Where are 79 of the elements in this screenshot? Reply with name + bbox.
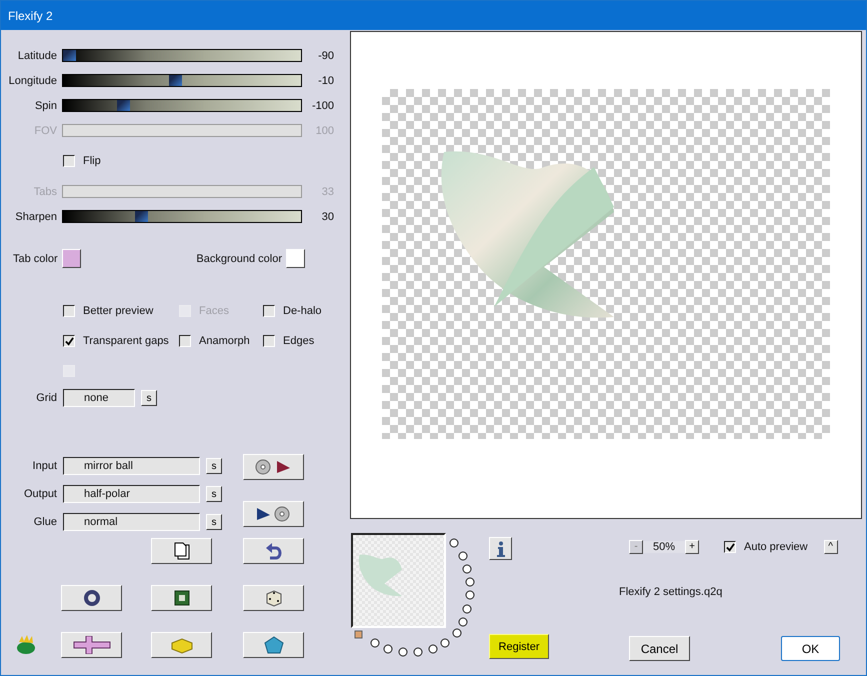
arrow-disc-icon: [254, 506, 292, 522]
auto-preview-checkbox[interactable]: [724, 541, 736, 553]
option-label: De-halo: [283, 305, 322, 317]
undo-arrow-icon: [266, 542, 282, 560]
dice-icon: [264, 588, 284, 608]
page-icon: [174, 542, 190, 560]
register-button[interactable]: Register: [489, 634, 549, 659]
checkbox-label: Flip: [83, 155, 101, 167]
settings-filename: Flexify 2 settings.q2q: [619, 586, 724, 598]
color-label: Tab color: [13, 252, 58, 264]
mapping-dropdown[interactable]: mirror ball: [63, 457, 200, 475]
option-label: Anamorph: [199, 335, 250, 347]
slider-value: 100: [314, 124, 334, 136]
slider-thumb[interactable]: [135, 211, 148, 222]
slider-label: Latitude: [16, 50, 57, 62]
slider-thumb[interactable]: [63, 50, 76, 61]
slider-track[interactable]: [62, 74, 302, 87]
slider-label: Longitude: [8, 74, 57, 86]
disc-arrow-icon: [254, 459, 292, 475]
auto-preview-label: Auto preview: [744, 541, 808, 553]
flip-checkbox[interactable]: [63, 155, 75, 167]
cancel-button[interactable]: Cancel: [629, 636, 690, 661]
square-frame-icon: [172, 589, 190, 607]
grid-s-button[interactable]: s: [141, 390, 157, 406]
window-title: Flexify 2: [8, 8, 53, 22]
mapping-s-button[interactable]: s: [206, 458, 222, 474]
grid-label: Grid: [35, 392, 57, 404]
slider-label: Sharpen: [14, 210, 57, 222]
color-label: Background color: [196, 252, 282, 264]
block-button[interactable]: [151, 632, 212, 658]
slider-track[interactable]: [62, 99, 302, 112]
slider-label: Spin: [34, 100, 57, 112]
grid-dropdown[interactable]: none: [63, 389, 135, 407]
random-button[interactable]: [243, 585, 304, 611]
info-button[interactable]: [489, 537, 512, 560]
mapping-s-button[interactable]: s: [206, 486, 222, 502]
option-checkbox[interactable]: [263, 335, 275, 347]
slider-track[interactable]: [62, 49, 302, 62]
slider-value: -90: [317, 50, 334, 62]
zoom-value: 50%: [643, 541, 685, 553]
mapping-label: Input: [32, 460, 57, 472]
slider-value: -10: [317, 74, 334, 86]
option-checkbox[interactable]: [63, 305, 75, 317]
undo-button[interactable]: [243, 538, 304, 564]
ring-button[interactable]: [61, 585, 122, 611]
option-checkbox[interactable]: [263, 305, 275, 317]
slider-label: FOV: [33, 124, 57, 136]
color-swatch[interactable]: [62, 249, 81, 268]
load-disc-button[interactable]: [243, 454, 304, 480]
option-label: Edges: [283, 335, 314, 347]
slider-value: -100: [310, 100, 334, 112]
slider-value: 33: [320, 186, 334, 198]
color-swatch[interactable]: [286, 249, 305, 268]
info-icon: [496, 540, 506, 556]
cross-shape-button[interactable]: [61, 632, 122, 658]
mapping-dropdown[interactable]: half-polar: [63, 485, 200, 503]
slider-track[interactable]: [62, 210, 302, 223]
mapping-s-button[interactable]: s: [206, 514, 222, 530]
slider-value: 30: [320, 210, 334, 222]
pentagon-icon: [264, 636, 284, 654]
frame-button[interactable]: [151, 585, 212, 611]
zoom-in-button[interactable]: +: [685, 540, 699, 554]
new-page-button[interactable]: [151, 538, 212, 564]
ring-icon: [82, 589, 100, 607]
mapping-label: Output: [22, 488, 57, 500]
mapping-label: Glue: [32, 516, 57, 528]
option-checkbox[interactable]: [63, 335, 75, 347]
save-disc-button[interactable]: [243, 501, 304, 527]
option-label: Better preview: [83, 305, 154, 317]
option-label: Transparent gaps: [83, 335, 169, 347]
pentagon-button[interactable]: [243, 632, 304, 658]
option-label: Faces: [199, 305, 229, 317]
slider-thumb[interactable]: [168, 75, 182, 86]
ok-button[interactable]: OK: [781, 636, 840, 661]
collapse-button[interactable]: ^: [824, 540, 838, 554]
option-checkbox[interactable]: [179, 335, 191, 347]
slider-label: Tabs: [32, 186, 57, 198]
slider-thumb[interactable]: [117, 100, 130, 111]
mapping-dropdown[interactable]: normal: [63, 513, 200, 531]
